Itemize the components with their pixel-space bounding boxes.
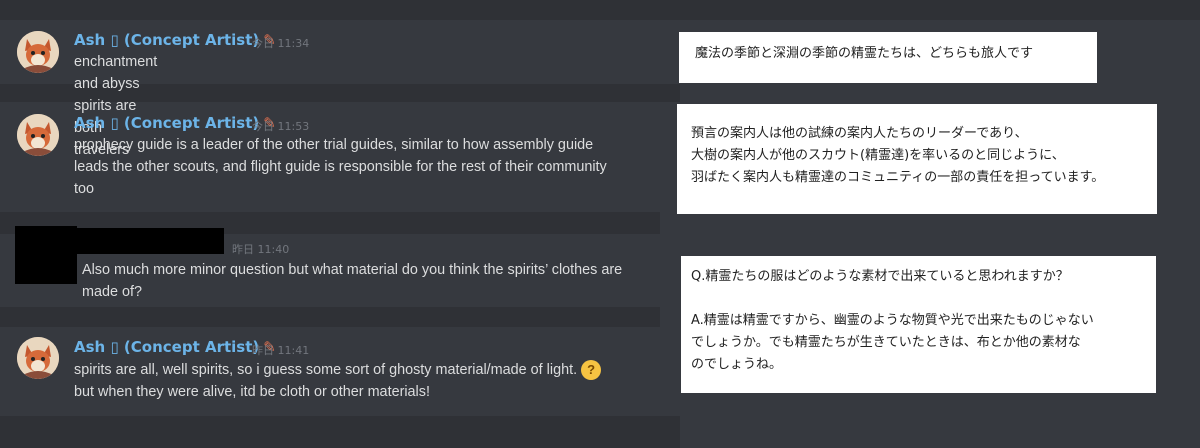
avatar[interactable] (17, 114, 59, 156)
translation-line: 羽ばたく案内人も精霊達のコミュニティの一部の責任を担っています。 (691, 170, 1105, 185)
thinking-face-emoji-icon: ? (581, 360, 602, 381)
redacted-avatar (15, 226, 77, 284)
message-line: spirits are all, well spirits, so i gues… (74, 362, 578, 378)
username[interactable]: Ash ▯ (Concept Artist) ✎ (74, 31, 276, 49)
dark-band-top (0, 0, 1200, 20)
translation-line: A.精霊は精霊ですから、幽霊のような物質や光で出来たものじゃない (691, 313, 1094, 328)
translation-line: でしょうか。でも精霊たちが生きていたときは、布とか他の素材な (691, 335, 1081, 350)
fox-avatar-icon (17, 337, 59, 379)
translation-line: 預言の案内人は他の試練の案内人たちのリーダーであり、 (691, 126, 1028, 141)
translation-box-1: 魔法の季節と深淵の季節の精霊たちは、どちらも旅人です (679, 32, 1097, 83)
message-line: made of? (82, 284, 143, 300)
username-text[interactable]: Ash ▯ (Concept Artist) (74, 114, 259, 132)
translation-box-3: Q.精霊たちの服はどのような素材で出来ていると思われますか？ A.精霊は精霊です… (681, 256, 1156, 393)
translation-line: のでしょうね。 (691, 357, 783, 372)
fox-avatar-icon (17, 31, 59, 73)
username-text[interactable]: Ash ▯ (Concept Artist) (74, 338, 259, 356)
username-text[interactable]: Ash ▯ (Concept Artist) (74, 31, 259, 49)
timestamp: 今日 11:34 (252, 37, 310, 50)
translation-line: 魔法の季節と深淵の季節の精霊たちは、どちらも旅人です (695, 46, 1034, 61)
message-text: spirits are all, well spirits, so i gues… (74, 359, 664, 403)
message-text: prophecy guide is a leader of the other … (74, 134, 664, 200)
message-line: leads the other scouts, and flight guide… (74, 159, 607, 175)
timestamp: 昨日 11:40 (232, 243, 290, 256)
message-line: too (74, 181, 95, 197)
avatar[interactable] (17, 337, 59, 379)
timestamp: 昨日 11:41 (252, 344, 310, 357)
avatar[interactable] (17, 31, 59, 73)
redacted-username (74, 228, 224, 254)
message-line: Also much more minor question but what m… (82, 262, 623, 278)
username[interactable]: Ash ▯ (Concept Artist) ✎ (74, 338, 276, 356)
fox-avatar-icon (17, 114, 59, 156)
message-line: but when they were alive, itd be cloth o… (74, 384, 430, 400)
dark-band-bottom (0, 416, 680, 448)
translation-line (691, 288, 1156, 310)
dark-band-3 (0, 307, 660, 327)
translation-line: Q.精霊たちの服はどのような素材で出来ていると思われますか？ (691, 269, 1069, 284)
message-line: prophecy guide is a leader of the other … (74, 137, 594, 153)
timestamp: 今日 11:53 (252, 120, 310, 133)
username[interactable]: Ash ▯ (Concept Artist) ✎ (74, 114, 276, 132)
translation-line: 大樹の案内人が他のスカウト(精霊達)を率いるのと同じように、 (691, 148, 1065, 163)
message-text: Also much more minor question but what m… (82, 259, 662, 303)
translation-box-2: 預言の案内人は他の試練の案内人たちのリーダーであり、 大樹の案内人が他のスカウト… (677, 104, 1157, 214)
